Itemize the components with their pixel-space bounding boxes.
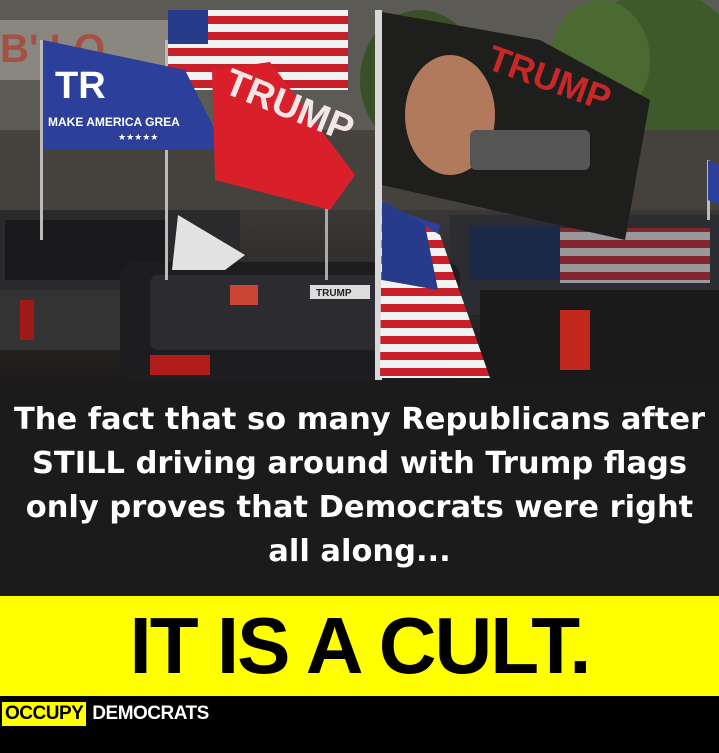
svg-text:TR: TR bbox=[55, 65, 106, 107]
logo-occupy: OCCUPY bbox=[2, 702, 87, 726]
footer: OCCUPY DEMOCRATS bbox=[0, 696, 719, 753]
caption-text: The fact that so many Republicans after … bbox=[13, 401, 706, 569]
occupy-democrats-logo: OCCUPY DEMOCRATS bbox=[2, 702, 209, 726]
svg-text:★★★★★: ★★★★★ bbox=[118, 133, 158, 143]
rally-photo: B' LO TRUMP bbox=[0, 0, 719, 381]
rear-window-sticker: TRUMP bbox=[316, 288, 352, 299]
caption-band: The fact that so many Republicans after … bbox=[0, 381, 719, 596]
headline-text: IT IS A CULT. bbox=[129, 601, 592, 690]
svg-text:MAKE AMERICA GREA: MAKE AMERICA GREA bbox=[48, 115, 180, 129]
logo-democrats: DEMOCRATS bbox=[92, 703, 209, 724]
headline-band: IT IS A CULT. bbox=[0, 596, 719, 696]
